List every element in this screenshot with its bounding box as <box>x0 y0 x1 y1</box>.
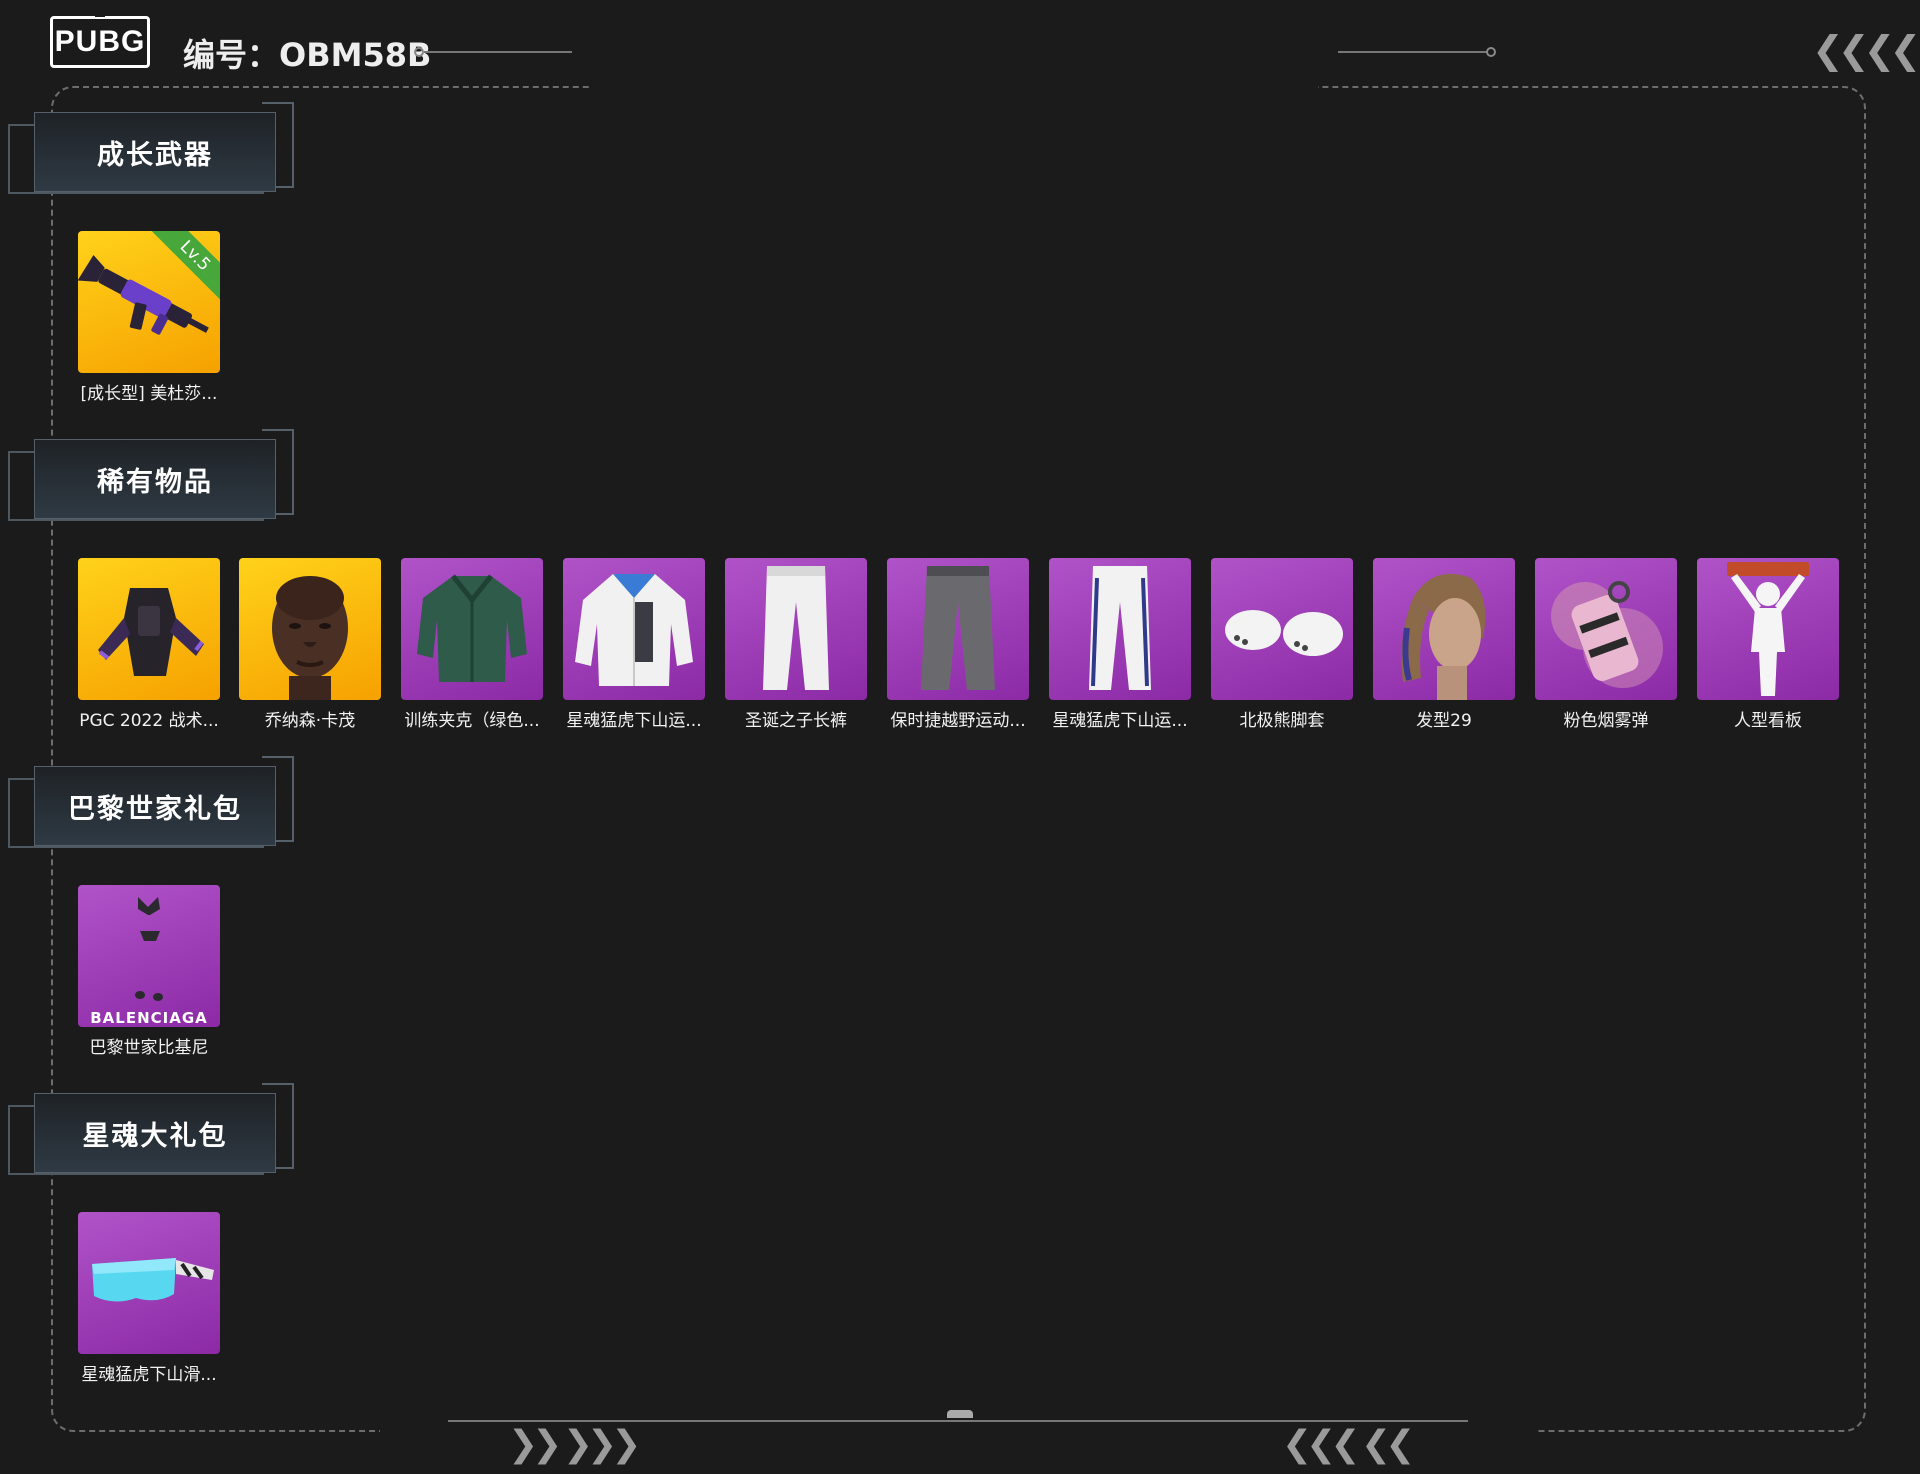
item-card[interactable]: 北极熊脚套 <box>1211 558 1353 731</box>
section-header-star-soul-pack: 星魂大礼包 <box>0 1081 300 1181</box>
tactical-vest-icon <box>98 588 204 676</box>
item-thumbnail: BALENCIAGA <box>78 885 220 1027</box>
item-thumbnail <box>1535 558 1677 700</box>
header-deco-dot-right <box>1486 47 1496 57</box>
chevron-left-icon: ❮❮❮❮❮ <box>1812 28 1920 72</box>
smoke-grenade-icon <box>1551 581 1663 688</box>
item-thumbnail: Lv.5 <box>78 231 220 373</box>
content-frame <box>51 86 1866 1432</box>
item-label: 星魂猛虎下山滑... <box>81 1365 217 1385</box>
item-thumbnail <box>887 558 1029 700</box>
item-thumbnail <box>1049 558 1191 700</box>
item-label: 巴黎世家比基尼 <box>89 1038 209 1058</box>
item-card[interactable]: 人型看板 <box>1697 558 1839 731</box>
item-label: 人型看板 <box>1734 711 1802 731</box>
chevron-right-icon: ❯❯ ❯❯❯ <box>508 1424 641 1465</box>
inventory-screen: PUBG 编号：OBM58B ❮❮❮❮❮ ❯❯ ❯❯❯ ❮❮❮ ❮❮ 成长武器 <box>0 0 1920 1474</box>
hairstyle-icon <box>1401 573 1486 700</box>
item-label: 圣诞之子长裤 <box>745 711 847 731</box>
header-deco-dot-left <box>414 47 424 57</box>
item-card[interactable]: 星魂猛虎下山运... <box>1049 558 1191 731</box>
item-thumbnail <box>1373 558 1515 700</box>
section-header-rare-items: 稀有物品 <box>0 427 300 527</box>
section-header-growth-weapons: 成长武器 <box>0 100 300 200</box>
bear-paw-shoes-icon <box>1225 610 1343 656</box>
item-thumbnail <box>239 558 381 700</box>
item-card[interactable]: 星魂猛虎下山运... <box>563 558 705 731</box>
brand-wordmark: BALENCIAGA <box>90 1009 208 1027</box>
item-card[interactable]: 星魂猛虎下山滑... <box>78 1212 220 1385</box>
item-card[interactable]: 发型29 <box>1373 558 1515 731</box>
white-pants-icon <box>763 566 829 690</box>
ski-goggles-icon <box>92 1258 214 1302</box>
pubg-logo: PUBG <box>50 9 150 68</box>
bikini-icon <box>135 897 163 1001</box>
grey-pants-icon <box>921 566 995 690</box>
item-card[interactable]: 粉色烟雾弹 <box>1535 558 1677 731</box>
item-label: 训练夹克（绿色... <box>404 711 540 731</box>
item-thumbnail <box>725 558 867 700</box>
item-card[interactable]: 圣诞之子长裤 <box>725 558 867 731</box>
item-card[interactable]: BALENCIAGA 巴黎世家比基尼 <box>78 885 220 1058</box>
bottom-divider <box>448 1420 1468 1422</box>
item-thumbnail <box>401 558 543 700</box>
chevron-left-icon: ❮❮❮ ❮❮ <box>1282 1424 1415 1465</box>
character-face-icon <box>272 576 348 700</box>
item-thumbnail <box>78 1212 220 1354</box>
serial-number: 编号：OBM58B <box>183 36 432 74</box>
item-thumbnail <box>1697 558 1839 700</box>
item-card[interactable]: 乔纳森·卡茂 <box>239 558 381 731</box>
item-thumbnail <box>563 558 705 700</box>
item-label: [成长型] 美杜莎... <box>80 384 218 404</box>
item-card[interactable]: 保时捷越野运动... <box>887 558 1029 731</box>
item-card[interactable]: PGC 2022 战术... <box>78 558 220 731</box>
item-label: PGC 2022 战术... <box>79 711 219 731</box>
item-card[interactable]: 训练夹克（绿色... <box>401 558 543 731</box>
section-header-balenciaga-pack: 巴黎世家礼包 <box>0 754 300 854</box>
item-label: 保时捷越野运动... <box>890 711 1026 731</box>
track-pants-icon <box>1089 566 1151 690</box>
item-card[interactable]: Lv.5 [成长型] 美杜莎... <box>78 231 220 404</box>
item-thumbnail <box>78 558 220 700</box>
item-label: 星魂猛虎下山运... <box>1052 711 1188 731</box>
item-label: 星魂猛虎下山运... <box>566 711 702 731</box>
white-jacket-icon <box>575 574 693 686</box>
green-jacket-icon <box>417 574 527 682</box>
header-deco-line-right <box>1338 51 1488 53</box>
human-signboard-icon <box>1727 562 1809 696</box>
item-label: 粉色烟雾弹 <box>1563 711 1649 731</box>
item-label: 发型29 <box>1416 711 1472 731</box>
section-title: 巴黎世家礼包 <box>68 793 242 825</box>
item-thumbnail <box>1211 558 1353 700</box>
header-deco-line-left <box>424 51 572 53</box>
section-title: 成长武器 <box>97 139 213 171</box>
item-label: 北极熊脚套 <box>1239 711 1325 731</box>
scroll-handle[interactable] <box>947 1410 973 1418</box>
section-title: 星魂大礼包 <box>82 1120 228 1152</box>
item-label: 乔纳森·卡茂 <box>264 711 356 731</box>
section-title: 稀有物品 <box>97 466 213 498</box>
